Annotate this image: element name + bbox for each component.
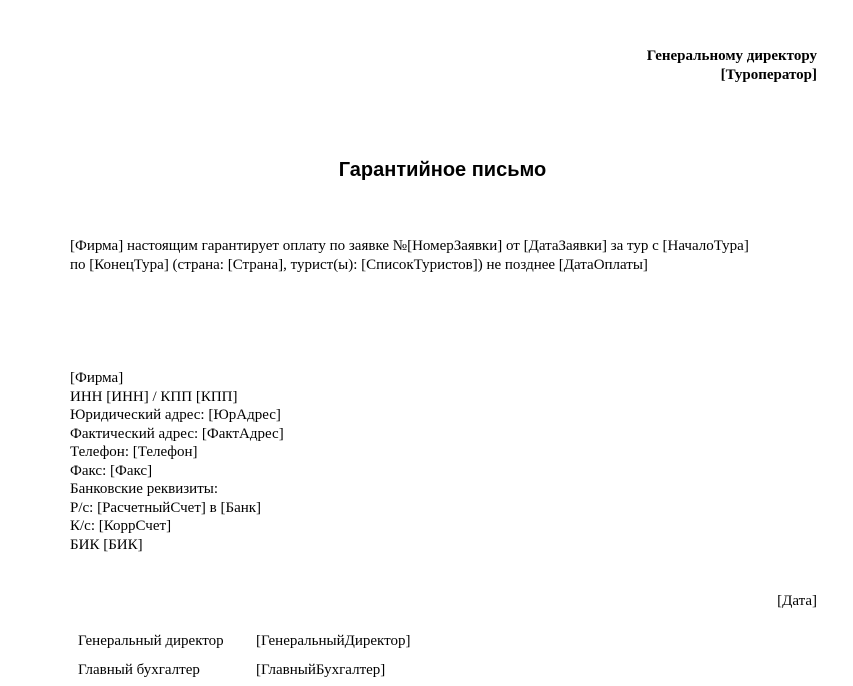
guarantee-text-line: [Фирма] настоящим гарантирует оплату по … (70, 238, 749, 254)
document-title: Гарантийное письмо (338, 159, 547, 181)
requisite-fax: Факс: [Факс] (70, 462, 153, 479)
requisite-actual-address: Фактический адрес: [ФактАдрес] (70, 425, 284, 442)
guarantee-text-line: по [КонецТура] (страна: [Страна], турист… (70, 257, 648, 273)
requisite-legal-address: Юридический адрес: [ЮрАдрес] (70, 407, 281, 423)
requisite-corr-account: К/с: [КоррСчет] (70, 518, 172, 534)
document-page: Генеральному директору [Туроператор] Гар… (0, 0, 853, 686)
addressee-block: Генеральному директору [Туроператор] (647, 47, 817, 85)
requisite-phone: Телефон: [Телефон] (70, 444, 198, 460)
requisites-block: [Фирма] ИНН [ИНН] / КПП [КПП] Юридически… (70, 369, 284, 554)
document-date: [Дата] (777, 593, 817, 609)
addressee-company: [Туроператор] (720, 67, 817, 83)
signature-row-accountant: Главный бухгалтер [ГлавныйБухгалтер] (78, 661, 385, 680)
signature-role: Генеральный директор (78, 633, 224, 649)
requisite-bik: БИК [БИК] (70, 536, 143, 553)
requisite-firm: [Фирма] (70, 370, 124, 386)
guarantee-text: [Фирма] настоящим гарантирует оплату по … (70, 237, 820, 275)
signature-name: [ГлавныйБухгалтер] (256, 662, 386, 678)
signature-role: Главный бухгалтер (78, 662, 200, 678)
signature-row-director: Генеральный директор [ГенеральныйДиректор… (78, 632, 410, 651)
requisite-account: Р/с: [РасчетныйСчет] в [Банк] (70, 499, 262, 516)
addressee-position: Генеральному директору (646, 48, 817, 64)
requisite-inn-kpp: ИНН [ИНН] / КПП [КПП] (70, 388, 238, 405)
requisite-bank-details: Банковские реквизиты: (70, 481, 219, 497)
signature-name: [ГенеральныйДиректор] (256, 633, 411, 649)
